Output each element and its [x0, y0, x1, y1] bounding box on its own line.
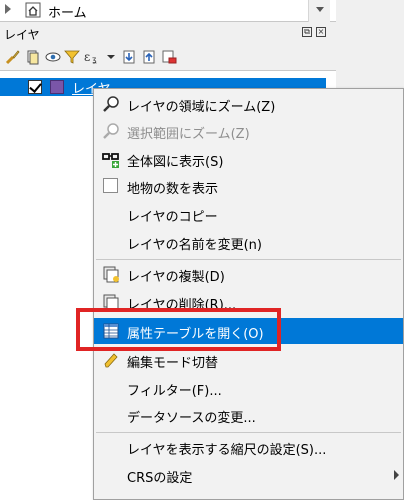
submenu-arrow-icon: [394, 470, 399, 480]
layer-visibility-checkbox[interactable]: [28, 80, 42, 94]
add-group-icon[interactable]: [24, 48, 42, 66]
menu-item-filter[interactable]: フィルター(F)...: [94, 375, 403, 401]
menu-item-show-in-overview[interactable]: 全体図に表示(S): [94, 146, 403, 172]
menu-item-label: レイヤの名前を変更(n): [127, 238, 262, 253]
eye-icon[interactable]: [44, 48, 62, 66]
expand-all-icon[interactable]: [120, 48, 138, 66]
menu-item-label: レイヤの複製(D): [127, 270, 225, 285]
filter-funnel-icon[interactable]: [63, 48, 81, 66]
float-panel-button[interactable]: ⧉: [302, 27, 312, 37]
menu-item-zoom-to-layer[interactable]: レイヤの領域にズーム(Z): [94, 91, 403, 117]
layer-context-menu: レイヤの領域にズーム(Z) 選択範囲にズーム(Z) 全体図に表示(S) 地物の数…: [93, 88, 404, 500]
chevron-down-icon: [316, 7, 324, 12]
menu-item-set-scale-visibility[interactable]: レイヤを表示する縮尺の設定(S)...: [94, 434, 403, 460]
menu-item-show-feature-count[interactable]: 地物の数を表示: [94, 173, 403, 199]
overview-glasses-icon: [102, 153, 119, 168]
expand-arrow-icon[interactable]: [5, 4, 11, 14]
menu-item-label: 選択範囲にズーム(Z): [127, 127, 250, 142]
menu-item-label: CRSの設定: [127, 471, 193, 486]
feature-count-checkbox[interactable]: [103, 178, 118, 193]
menu-item-label: 全体図に表示(S): [127, 155, 224, 170]
layer-color-swatch: [50, 80, 64, 94]
svg-text:ʓ: ʓ: [92, 55, 97, 64]
menu-item-label: データソースの変更...: [127, 411, 256, 426]
panel-title: レイヤ: [4, 28, 40, 42]
menu-item-zoom-to-selection[interactable]: 選択範囲にズーム(Z): [94, 118, 403, 144]
duplicate-layer-icon: [103, 266, 119, 283]
layers-panel-header: レイヤ ⧉ ×: [0, 22, 336, 44]
menu-item-label: レイヤを表示する縮尺の設定(S)...: [127, 443, 327, 458]
menu-item-label: 編集モード切替: [127, 356, 219, 371]
filter-expression-icon[interactable]: ε ʓ: [83, 48, 105, 66]
annotation-highlight-box: [76, 308, 281, 351]
remove-layer-icon[interactable]: [160, 48, 178, 66]
menu-item-label: レイヤのコピー: [127, 210, 218, 225]
browser-tree: ホーム: [0, 0, 336, 22]
menu-separator: [96, 259, 401, 260]
style-brush-icon[interactable]: [4, 48, 22, 66]
menu-item-rename-layer[interactable]: レイヤの名前を変更(n): [94, 229, 403, 255]
menu-item-change-data-source[interactable]: データソースの変更...: [94, 402, 403, 428]
collapse-all-icon[interactable]: [140, 48, 158, 66]
home-icon: [25, 2, 41, 18]
chevron-down-icon[interactable]: [106, 48, 116, 66]
layers-toolbar: ε ʓ: [0, 44, 336, 70]
scrollbar-down-button[interactable]: [308, 0, 330, 22]
close-panel-button[interactable]: ×: [316, 27, 326, 37]
zoom-selection-icon: [103, 123, 119, 139]
home-label[interactable]: ホーム: [48, 2, 87, 21]
menu-item-label: 地物の数を表示: [127, 182, 219, 197]
menu-item-duplicate-layer[interactable]: レイヤの複製(D): [94, 261, 403, 287]
svg-text:ε: ε: [84, 50, 90, 64]
menu-item-label: フィルター(F)...: [127, 384, 222, 399]
zoom-magnifier-icon: [103, 96, 119, 112]
menu-item-label: レイヤの領域にズーム(Z): [127, 100, 276, 115]
menu-item-copy-layer[interactable]: レイヤのコピー: [94, 201, 403, 227]
menu-item-set-crs[interactable]: CRSの設定: [94, 462, 403, 488]
pencil-icon: [104, 353, 118, 368]
menu-separator: [96, 432, 401, 433]
